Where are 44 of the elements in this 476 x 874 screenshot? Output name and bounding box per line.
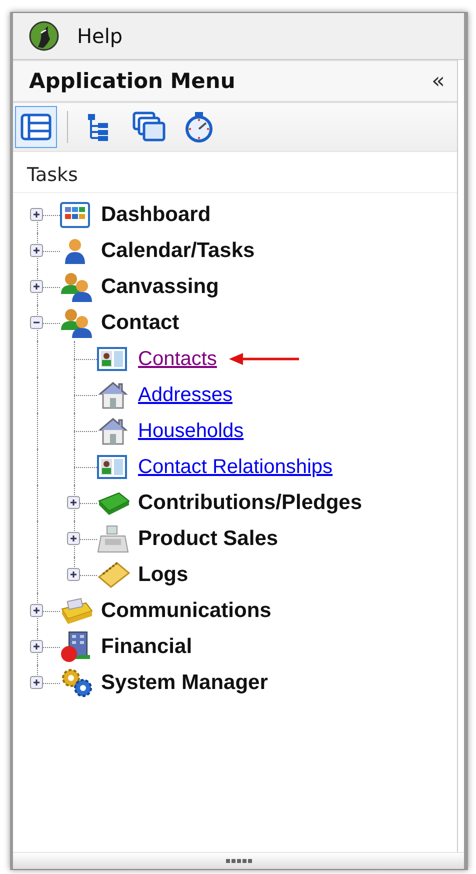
tree-item[interactable]: Communications	[101, 599, 272, 623]
expand-toggle[interactable]	[67, 532, 80, 545]
contact-card-icon	[97, 455, 127, 479]
resize-grip-icon[interactable]	[226, 858, 252, 864]
expand-toggle[interactable]	[30, 640, 43, 653]
tree-link[interactable]: Contact Relationships	[138, 456, 333, 478]
app-logo-icon[interactable]	[29, 21, 59, 51]
tree-item[interactable]: Calendar/Tasks	[101, 239, 255, 263]
tree-link[interactable]: Addresses	[138, 384, 232, 406]
building-icon	[60, 631, 92, 663]
cash-register-icon	[97, 524, 129, 554]
money-icon	[97, 491, 131, 515]
collapse-button[interactable]: «	[430, 68, 447, 94]
tree-item[interactable]: System Manager	[101, 671, 268, 695]
people-icon	[60, 308, 94, 338]
menu-item[interactable]: Help	[73, 22, 127, 50]
expand-toggle[interactable]	[30, 280, 43, 293]
tree-item[interactable]: Dashboard	[101, 203, 211, 227]
tree-item[interactable]: Contact	[101, 311, 180, 335]
people-icon	[60, 272, 94, 302]
contact-card-icon	[97, 347, 127, 371]
expand-toggle[interactable]	[30, 244, 43, 257]
panel-title: Application Menu	[29, 69, 236, 93]
expand-toggle[interactable]	[30, 676, 43, 689]
expand-toggle[interactable]	[30, 604, 43, 617]
house-icon	[97, 416, 129, 446]
tree-link[interactable]: Contacts	[138, 348, 217, 370]
expand-toggle[interactable]	[67, 568, 80, 581]
tree-link[interactable]: Households	[138, 420, 244, 442]
section-label: Tasks	[13, 152, 457, 193]
collapse-toggle[interactable]	[30, 316, 43, 329]
gears-icon	[60, 668, 94, 698]
tree-item[interactable]: Financial	[101, 635, 192, 659]
house-icon	[97, 380, 129, 410]
tree-item[interactable]: Product Sales	[138, 527, 278, 551]
tree-item[interactable]: Canvassing	[101, 275, 219, 299]
expand-toggle[interactable]	[30, 208, 43, 221]
list-view-icon[interactable]	[15, 106, 57, 148]
tree-item[interactable]: Contributions/Pledges	[138, 491, 362, 515]
tree-item[interactable]: Logs	[138, 563, 188, 587]
dashboard-icon	[60, 202, 90, 228]
expand-toggle[interactable]	[67, 496, 80, 509]
notepad-icon	[97, 561, 131, 589]
mail-tray-icon	[60, 597, 94, 625]
